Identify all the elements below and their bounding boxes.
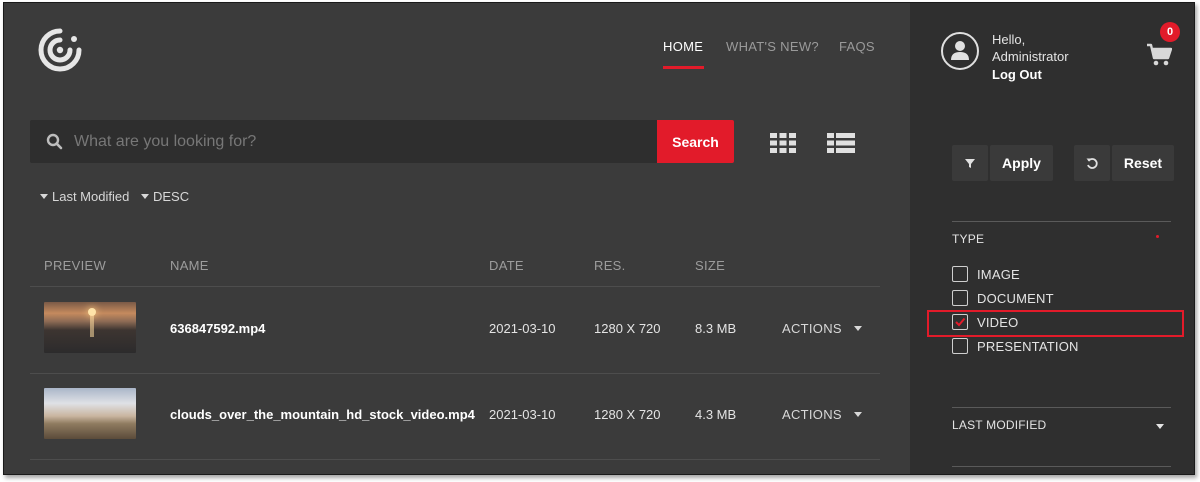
file-resolution: 1280 X 720	[594, 321, 661, 336]
option-label: PRESENTATION	[977, 338, 1079, 354]
video-thumbnail[interactable]	[44, 302, 136, 353]
apply-button[interactable]: Apply	[990, 145, 1053, 181]
reset-icon	[1086, 158, 1098, 169]
filter-sidebar: Hello, Administrator Log Out 0 Apply Res…	[910, 3, 1194, 474]
logo-icon[interactable]	[37, 27, 83, 73]
search-icon	[46, 133, 63, 150]
divider	[952, 466, 1171, 467]
logout-link[interactable]: Log Out	[992, 67, 1042, 82]
nav-faqs[interactable]: FAQS	[839, 39, 875, 54]
file-resolution: 1280 X 720	[594, 407, 661, 422]
chevron-down-icon	[40, 194, 48, 199]
column-header-preview: PREVIEW	[44, 258, 107, 273]
file-size: 8.3 MB	[695, 321, 737, 336]
checkbox[interactable]	[952, 338, 968, 354]
main-panel: HOME WHAT'S NEW? FAQS Search Last Modifi…	[4, 3, 910, 474]
column-header-date[interactable]: DATE	[489, 258, 524, 273]
highlight-box	[927, 310, 1184, 337]
active-filter-dot	[1156, 235, 1159, 238]
file-name[interactable]: 636847592.mp4	[170, 321, 265, 336]
column-header-res[interactable]: RES.	[594, 258, 626, 273]
file-date: 2021-03-10	[489, 407, 556, 422]
file-date: 2021-03-10	[489, 321, 556, 336]
divider	[30, 459, 880, 460]
last-modified-filter-heading[interactable]: LAST MODIFIED	[952, 418, 1046, 432]
type-option-image[interactable]: IMAGE	[952, 266, 1020, 282]
chevron-down-icon[interactable]	[1156, 424, 1164, 429]
option-label: IMAGE	[977, 266, 1020, 282]
file-name[interactable]: clouds_over_the_mountain_hd_stock_video.…	[170, 407, 475, 422]
search-bar	[30, 120, 657, 163]
user-name: Administrator	[992, 49, 1069, 64]
reset-icon-button[interactable]	[1074, 145, 1110, 181]
divider	[30, 286, 880, 287]
apply-filter-icon-button[interactable]	[952, 145, 988, 181]
search-button[interactable]: Search	[657, 120, 734, 163]
nav-whats-new[interactable]: WHAT'S NEW?	[726, 39, 819, 54]
checkbox[interactable]	[952, 266, 968, 282]
list-view-icon[interactable]	[827, 133, 855, 153]
search-input[interactable]	[74, 120, 644, 163]
video-thumbnail[interactable]	[44, 388, 136, 439]
divider	[952, 407, 1171, 408]
nav-home[interactable]: HOME	[663, 39, 703, 54]
user-greeting: Hello, Administrator	[992, 31, 1069, 65]
grid-view-icon[interactable]	[770, 133, 796, 153]
user-icon[interactable]	[940, 31, 980, 71]
column-header-name[interactable]: NAME	[170, 258, 209, 273]
actions-dropdown[interactable]: ACTIONS	[782, 407, 862, 422]
type-option-document[interactable]: DOCUMENT	[952, 290, 1054, 306]
actions-label: ACTIONS	[782, 407, 842, 422]
greeting-text: Hello,	[992, 32, 1026, 47]
column-header-size[interactable]: SIZE	[695, 258, 725, 273]
actions-dropdown[interactable]: ACTIONS	[782, 321, 862, 336]
app-window: HOME WHAT'S NEW? FAQS Search Last Modifi…	[3, 2, 1195, 475]
reset-button[interactable]: Reset	[1112, 145, 1174, 181]
sort-field-dropdown[interactable]: Last Modified	[40, 189, 129, 204]
divider	[952, 221, 1171, 222]
sort-order-label: DESC	[153, 189, 190, 204]
chevron-down-icon	[853, 326, 862, 331]
type-filter-heading[interactable]: TYPE	[952, 232, 984, 246]
actions-label: ACTIONS	[782, 321, 842, 336]
type-option-presentation[interactable]: PRESENTATION	[952, 338, 1079, 354]
cart-icon[interactable]	[1146, 43, 1172, 67]
option-label: DOCUMENT	[977, 290, 1054, 306]
chevron-down-icon	[141, 194, 149, 199]
sort-order-dropdown[interactable]: DESC	[141, 189, 189, 204]
sort-field-label: Last Modified	[52, 189, 130, 204]
checkbox[interactable]	[952, 290, 968, 306]
cart-count-badge: 0	[1160, 22, 1180, 42]
chevron-down-icon	[853, 412, 862, 417]
file-size: 4.3 MB	[695, 407, 737, 422]
divider	[30, 373, 880, 374]
nav-active-indicator	[663, 66, 704, 69]
filter-icon	[965, 159, 975, 168]
